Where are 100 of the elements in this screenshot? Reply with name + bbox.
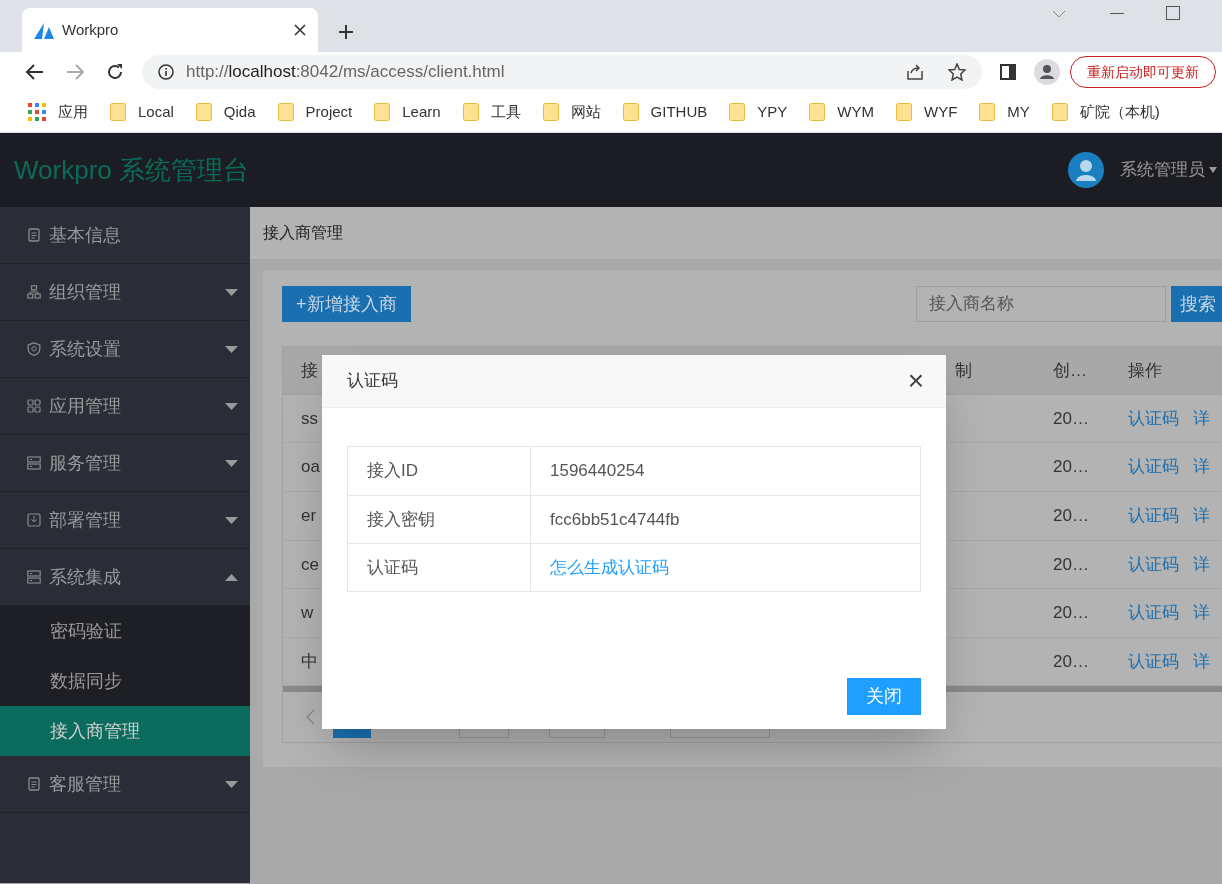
bookmark-item[interactable]: Learn	[374, 100, 441, 124]
avatar-icon[interactable]	[1068, 152, 1104, 188]
action-link[interactable]: 认证码	[1128, 405, 1179, 432]
folder-icon	[195, 103, 212, 121]
table-cell: oa	[301, 457, 320, 477]
table-cell: ce	[301, 554, 319, 574]
caret-down-icon	[225, 780, 238, 788]
close-dialog-button[interactable]: 关闭	[847, 678, 921, 715]
table-cell: 接入ID	[348, 447, 531, 495]
bookmark-item[interactable]: 应用	[28, 100, 88, 124]
submenu-item[interactable]: 接入商管理	[0, 706, 250, 756]
bookmark-item[interactable]: Project	[277, 100, 353, 124]
chevron-down-icon[interactable]	[1052, 10, 1066, 18]
table-cell: w	[301, 603, 314, 623]
folder-icon	[979, 103, 996, 121]
folder-icon	[542, 103, 559, 121]
server-icon	[27, 456, 41, 470]
profile-icon[interactable]	[1034, 59, 1060, 85]
search-field[interactable]: 接入商名称	[916, 286, 1166, 322]
help-link[interactable]: 怎么生成认证码	[550, 554, 669, 581]
close-button[interactable]: ×	[907, 367, 924, 395]
folder-icon	[1051, 103, 1068, 121]
folder-icon	[729, 103, 746, 121]
bookmark-item[interactable]: MY	[979, 100, 1030, 124]
table-cell-text: 20…	[1053, 553, 1090, 576]
caret-up-icon	[225, 573, 238, 581]
bookmark-item[interactable]: YPY	[729, 100, 788, 124]
action-link[interactable]: 认证码	[1128, 600, 1179, 626]
submenu-item[interactable]: 密码验证	[0, 606, 250, 656]
star-icon[interactable]	[948, 63, 966, 81]
grid-icon	[27, 399, 41, 413]
action-link[interactable]: 认证码	[1128, 551, 1179, 578]
table-cell-text: 20…	[1053, 407, 1090, 430]
bookmark-item[interactable]: 网站	[542, 100, 601, 124]
column-header: 操作	[1128, 359, 1162, 382]
download-box-icon	[27, 513, 41, 527]
tab-title: Workpro	[62, 19, 120, 40]
clipboard-icon	[27, 228, 41, 242]
table-cell-text: 20…	[1053, 650, 1090, 673]
close-icon[interactable]	[294, 24, 306, 36]
bookmark-item[interactable]: 工具	[462, 100, 521, 124]
table-cell-text: 1596440254	[549, 460, 646, 483]
dialog-title: 认证码	[347, 370, 399, 393]
table-cell: er	[301, 506, 317, 525]
maximize-icon[interactable]	[1166, 6, 1180, 20]
caret-down-icon	[225, 288, 238, 296]
bookmark-item[interactable]: Local	[110, 100, 174, 124]
side-panel-icon[interactable]	[1000, 64, 1016, 80]
caret-down-icon	[225, 516, 238, 524]
action-link[interactable]: 详	[1193, 503, 1210, 529]
search-button[interactable]: 搜索	[1171, 286, 1222, 322]
action-link[interactable]: 认证码	[1128, 454, 1179, 480]
action-link[interactable]: 认证码	[1128, 503, 1179, 529]
table-cell-text: 20…	[1053, 456, 1090, 479]
new-tab-icon[interactable]	[338, 24, 354, 40]
column-header: 接	[301, 360, 318, 380]
action-link[interactable]: 详	[1193, 648, 1210, 675]
clipboard-icon	[27, 777, 41, 791]
folder-icon	[110, 103, 126, 121]
bookmark-item[interactable]: 矿院（本机)	[1051, 100, 1160, 124]
caret-icon	[1209, 167, 1217, 173]
submenu-item[interactable]: 数据同步	[0, 656, 250, 706]
folder-icon	[622, 103, 639, 121]
caret-down-icon	[225, 402, 238, 410]
user-menu[interactable]: 系统管理员	[1120, 157, 1217, 183]
bookmark-item[interactable]: Qida	[195, 100, 256, 124]
shield-icon	[27, 342, 41, 356]
column-header: 创…	[1053, 359, 1088, 382]
bookmark-item[interactable]: GITHUB	[622, 100, 708, 124]
table-cell: 中	[301, 651, 318, 671]
column-header: 制	[955, 360, 972, 380]
folder-icon	[277, 103, 294, 121]
reload-icon[interactable]	[106, 63, 124, 81]
caret-down-icon	[225, 345, 238, 353]
action-link[interactable]: 认证码	[1128, 648, 1179, 675]
action-link[interactable]: 详	[1193, 600, 1210, 626]
share-icon[interactable]	[906, 63, 924, 81]
action-link[interactable]: 详	[1193, 551, 1210, 578]
table-cell-text: 20…	[1053, 602, 1090, 625]
action-link[interactable]: 详	[1193, 405, 1210, 432]
address-bar[interactable]: http://localhost:8042/ms/access/client.html	[142, 55, 982, 89]
bookmark-item[interactable]: WYM	[809, 100, 874, 124]
apps-grid-icon	[28, 103, 46, 121]
table-cell: 认证码	[348, 544, 531, 591]
bookmark-item[interactable]: WYF	[895, 100, 958, 124]
minimize-icon[interactable]	[1110, 13, 1124, 15]
info-icon[interactable]	[158, 64, 174, 80]
table-cell: ss	[301, 408, 318, 428]
action-link[interactable]: 详	[1193, 454, 1210, 480]
folder-icon	[809, 103, 826, 121]
folder-icon	[374, 103, 391, 121]
browser-tab[interactable]: Workpro	[22, 8, 318, 52]
app-title: Workpro 系统管理台	[14, 153, 250, 187]
app-logo-icon	[34, 21, 54, 39]
back-arrow-icon[interactable]	[26, 64, 44, 80]
url-text: http://localhost:8042/ms/access/client.html	[186, 61, 506, 84]
hierarchy-icon	[27, 285, 41, 299]
add-provider-button[interactable]: +新增接入商	[282, 286, 411, 322]
table-cell-text: 20…	[1053, 505, 1090, 527]
table-cell: 接入密钥	[348, 496, 531, 543]
